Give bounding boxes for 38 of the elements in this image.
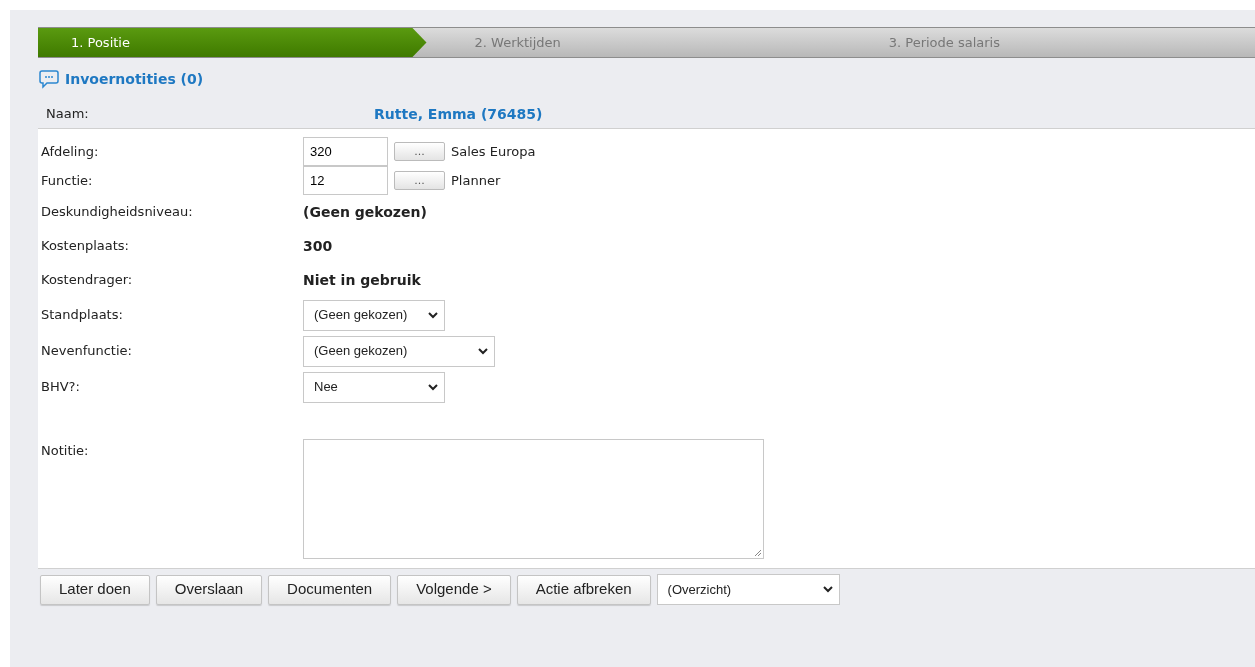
action-button[interactable]: Overslaan	[155, 574, 263, 605]
lookup-button[interactable]: ...	[394, 171, 445, 190]
chevron-down-icon	[478, 347, 488, 355]
field-label: Kostendrager:	[41, 271, 134, 290]
action-button[interactable]: Volgende >	[397, 574, 511, 605]
action-button[interactable]: Actie afbreken	[516, 574, 651, 605]
note-textarea[interactable]	[303, 439, 764, 559]
chevron-down-icon	[822, 586, 833, 593]
chevron-down-icon	[428, 311, 438, 319]
resize-grip-icon	[753, 548, 762, 557]
field-label: Notitie:	[41, 442, 90, 460]
name-label: Naam:	[46, 105, 90, 124]
field-label: Standplaats:	[41, 306, 124, 325]
field-value: (Geen gekozen)	[303, 202, 427, 222]
employee-name: Rutte, Emma (76485)	[374, 104, 543, 124]
dropdown[interactable]: (Overzicht)	[656, 574, 840, 605]
chat-bubble-icon	[39, 69, 59, 89]
lookup-description: Planner	[451, 171, 501, 190]
dropdown[interactable]: (Geen gekozen)	[303, 335, 495, 367]
field-label: Afdeling:	[41, 142, 100, 161]
code-field[interactable]: 12	[303, 166, 388, 195]
lookup-button[interactable]: ...	[394, 142, 445, 161]
field-label: BHV?:	[41, 378, 81, 397]
field-label: Kostenplaats:	[41, 237, 130, 256]
wizard-step[interactable]: 1. Positie	[38, 28, 427, 57]
action-button[interactable]: Documenten	[268, 574, 392, 605]
lookup-description: Sales Europa	[451, 142, 536, 161]
field-value: 300	[303, 236, 333, 256]
field-value: Niet in gebruik	[303, 270, 421, 290]
dropdown[interactable]: Nee	[303, 371, 445, 403]
dropdown[interactable]: (Geen gekozen)	[303, 299, 445, 331]
code-field[interactable]: 320	[303, 137, 388, 166]
notes-link[interactable]: Invoernotities (0)	[65, 68, 204, 90]
field-label: Functie:	[41, 171, 94, 190]
field-label: Nevenfunctie:	[41, 342, 133, 361]
action-button[interactable]: Later doen	[40, 574, 150, 605]
chevron-down-icon	[428, 383, 438, 391]
field-label: Deskundigheidsniveau:	[41, 203, 194, 222]
